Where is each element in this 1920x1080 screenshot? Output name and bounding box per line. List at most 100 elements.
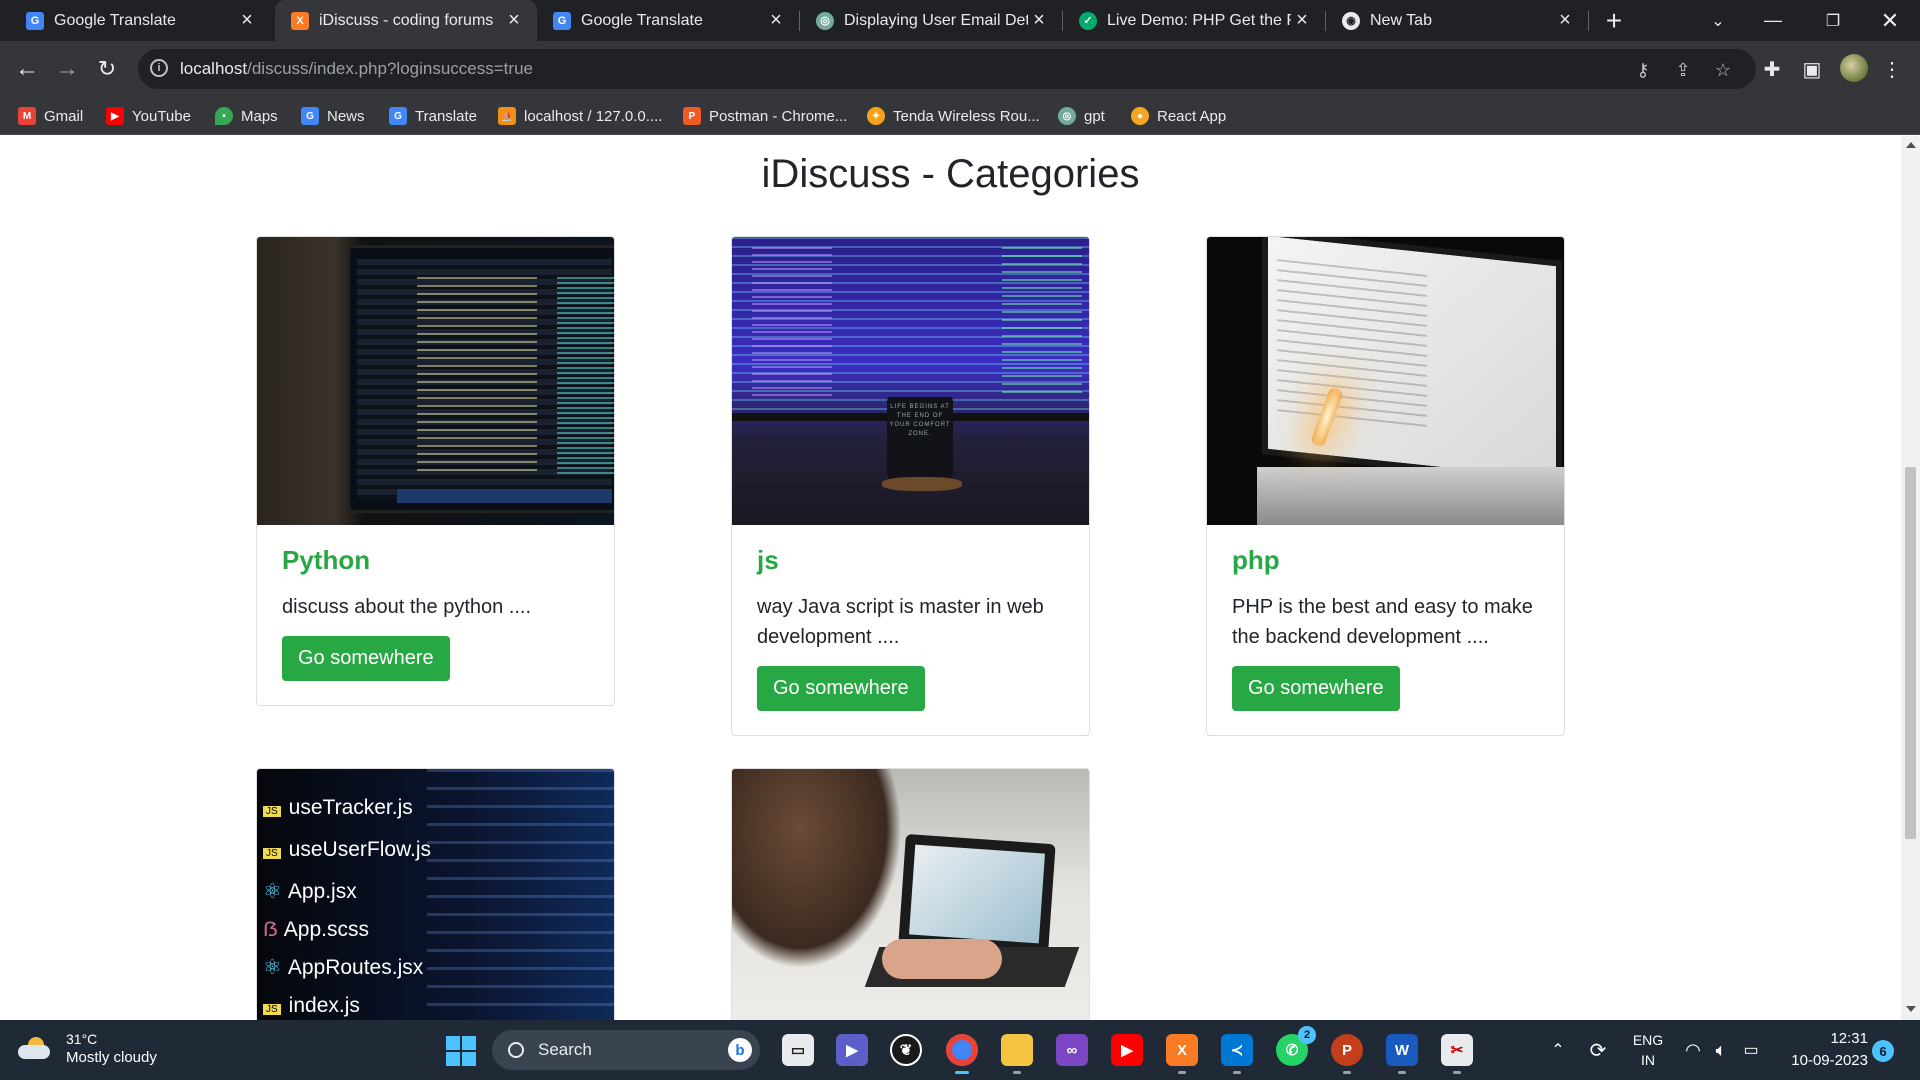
page-scrollbar[interactable]: [1901, 136, 1920, 1020]
notification-badge[interactable]: 6: [1872, 1040, 1894, 1062]
bookmark-translate[interactable]: G Translate: [389, 106, 477, 126]
js-card-image: LIFE BEGINS AT THE END OF YOUR COMFORT Z…: [732, 237, 1089, 525]
translate-icon: G: [389, 107, 407, 125]
lang-bottom: IN: [1641, 1052, 1655, 1068]
profile-avatar[interactable]: [1840, 54, 1868, 82]
card-title: js: [757, 545, 779, 575]
tab-google-translate-2[interactable]: G Google Translate ×: [537, 0, 799, 41]
tab-title: Displaying User Email Detai: [844, 11, 1028, 29]
clock-time: 12:31: [1830, 1030, 1868, 1047]
tab-new-tab[interactable]: ◉ New Tab ×: [1326, 0, 1588, 41]
bookmarks-bar: M Gmail ▶ YouTube • Maps G News G Transl…: [0, 97, 1920, 135]
bookmark-label: localhost / 127.0.0....: [524, 107, 663, 125]
share-icon[interactable]: ⇪: [1672, 59, 1694, 81]
bookmark-youtube[interactable]: ▶ YouTube: [106, 106, 191, 126]
minimize-button[interactable]: —: [1745, 0, 1801, 41]
url-host: localhost: [180, 59, 248, 78]
bookmark-gpt[interactable]: ◎ gpt: [1058, 106, 1105, 126]
file-explorer-icon[interactable]: [1001, 1034, 1033, 1074]
tab-idiscuss[interactable]: X iDiscuss - coding forums ×: [275, 0, 537, 41]
whatsapp-icon[interactable]: ✆ 2: [1276, 1026, 1316, 1066]
teams-chat-icon[interactable]: ▶: [836, 1034, 868, 1066]
go-somewhere-button[interactable]: Go somewhere: [1232, 666, 1400, 711]
url-path: /discuss/index.php?loginsuccess=true: [247, 59, 533, 78]
taskbar-search[interactable]: Search b: [492, 1030, 760, 1070]
volume-icon[interactable]: 🔈︎: [1708, 1020, 1734, 1080]
tab-live-demo-php[interactable]: ✓ Live Demo: PHP Get the Pa ×: [1063, 0, 1325, 41]
start-button[interactable]: [446, 1036, 476, 1066]
php-card-image: [1207, 237, 1564, 525]
scroll-down-arrow-icon[interactable]: [1906, 1006, 1916, 1012]
xampp-icon[interactable]: X: [1166, 1034, 1198, 1074]
postman-icon: P: [683, 107, 701, 125]
close-icon[interactable]: ×: [1291, 9, 1313, 32]
close-icon[interactable]: ×: [765, 9, 787, 32]
chatgpt-icon: ◎: [1058, 107, 1076, 125]
bookmark-maps[interactable]: • Maps: [215, 106, 278, 126]
close-icon[interactable]: ×: [236, 9, 258, 32]
chrome-icon[interactable]: [946, 1034, 978, 1074]
youtube-icon[interactable]: ▶: [1111, 1034, 1143, 1066]
tab-displaying-user-email[interactable]: ◎ Displaying User Email Detai ×: [800, 0, 1062, 41]
bookmark-postman[interactable]: P Postman - Chrome...: [683, 106, 847, 126]
bookmark-star-icon[interactable]: ☆: [1712, 59, 1734, 81]
mongodb-compass-icon[interactable]: ❦: [890, 1034, 922, 1066]
word-icon[interactable]: W: [1386, 1034, 1418, 1074]
window-close-button[interactable]: ✕: [1862, 0, 1918, 41]
tenda-icon: ✦: [867, 107, 885, 125]
close-icon[interactable]: ×: [503, 9, 525, 32]
task-view-icon[interactable]: ▭: [782, 1034, 814, 1066]
weather-widget[interactable]: 31°C Mostly cloudy: [18, 1030, 157, 1068]
bing-icon[interactable]: b: [728, 1038, 752, 1062]
vscode-icon[interactable]: ≺: [1221, 1034, 1253, 1074]
chatgpt-icon: ◎: [816, 11, 834, 30]
card-text: discuss about the python ....: [282, 596, 532, 618]
visual-studio-icon[interactable]: ∞: [1056, 1034, 1088, 1066]
bookmark-tenda[interactable]: ✦ Tenda Wireless Rou...: [867, 106, 1040, 126]
code-files-card-image: JS useTracker.js JS useUserFlow.js ⚛ App.js…: [257, 769, 614, 1020]
shield-icon: ✓: [1079, 11, 1097, 30]
wifi-icon[interactable]: ◠: [1680, 1020, 1706, 1080]
extensions-puzzle-icon[interactable]: ✚: [1756, 53, 1788, 85]
battery-icon[interactable]: ▭: [1738, 1020, 1764, 1080]
bookmark-news[interactable]: G News: [301, 106, 365, 126]
restore-button[interactable]: ❐: [1805, 0, 1861, 41]
back-button[interactable]: ←: [11, 53, 43, 85]
tab-title: Live Demo: PHP Get the Pa: [1107, 11, 1291, 29]
file-name: useTracker.js: [288, 796, 413, 819]
site-info-icon[interactable]: i: [150, 59, 168, 77]
bookmark-react-app[interactable]: ● React App: [1131, 106, 1226, 126]
go-somewhere-button[interactable]: Go somewhere: [757, 666, 925, 711]
tab-title: Google Translate: [581, 11, 703, 29]
search-placeholder: Search: [538, 1040, 592, 1059]
chrome-icon: ◉: [1342, 11, 1360, 30]
tray-overflow-chevron-icon[interactable]: ⌃: [1543, 1020, 1573, 1080]
bookmark-gmail[interactable]: M Gmail: [18, 106, 83, 126]
tab-google-translate-1[interactable]: G Google Translate ×: [10, 0, 270, 41]
search-icon: [508, 1042, 524, 1058]
clock[interactable]: 12:31 10-09-2023: [1772, 1028, 1868, 1072]
bookmark-phpmyadmin[interactable]: ⛵ localhost / 127.0.0....: [498, 106, 662, 126]
forward-button[interactable]: →: [51, 53, 83, 85]
tab-search-chevron-icon[interactable]: ⌄: [1690, 0, 1746, 41]
close-icon[interactable]: ×: [1554, 9, 1576, 32]
reload-button[interactable]: ↻: [91, 53, 123, 85]
go-somewhere-button[interactable]: Go somewhere: [282, 636, 450, 681]
menu-kebab-icon[interactable]: ⋮: [1876, 53, 1908, 85]
address-bar[interactable]: i localhost/discuss/index.php?loginsucce…: [138, 49, 1756, 89]
scroll-up-arrow-icon[interactable]: [1906, 142, 1916, 148]
sync-icon[interactable]: ⟳: [1582, 1020, 1614, 1080]
laptop-user-card-image: [732, 769, 1089, 1020]
new-tab-button[interactable]: +: [1598, 0, 1630, 41]
bookmark-label: YouTube: [132, 107, 191, 125]
powerpoint-icon[interactable]: P: [1331, 1034, 1363, 1074]
snipping-tool-icon[interactable]: ✂: [1441, 1034, 1473, 1074]
scrollbar-thumb[interactable]: [1905, 467, 1916, 839]
language-indicator[interactable]: ENG IN: [1628, 1020, 1668, 1080]
card-title: Python: [282, 545, 371, 575]
file-name: useUserFlow.js: [288, 838, 432, 861]
key-icon[interactable]: ⚷: [1632, 59, 1654, 81]
side-panel-icon[interactable]: ▣: [1796, 53, 1828, 85]
close-icon[interactable]: ×: [1028, 9, 1050, 32]
page-content: iDiscuss - Categories Python discuss abo…: [0, 136, 1901, 1020]
